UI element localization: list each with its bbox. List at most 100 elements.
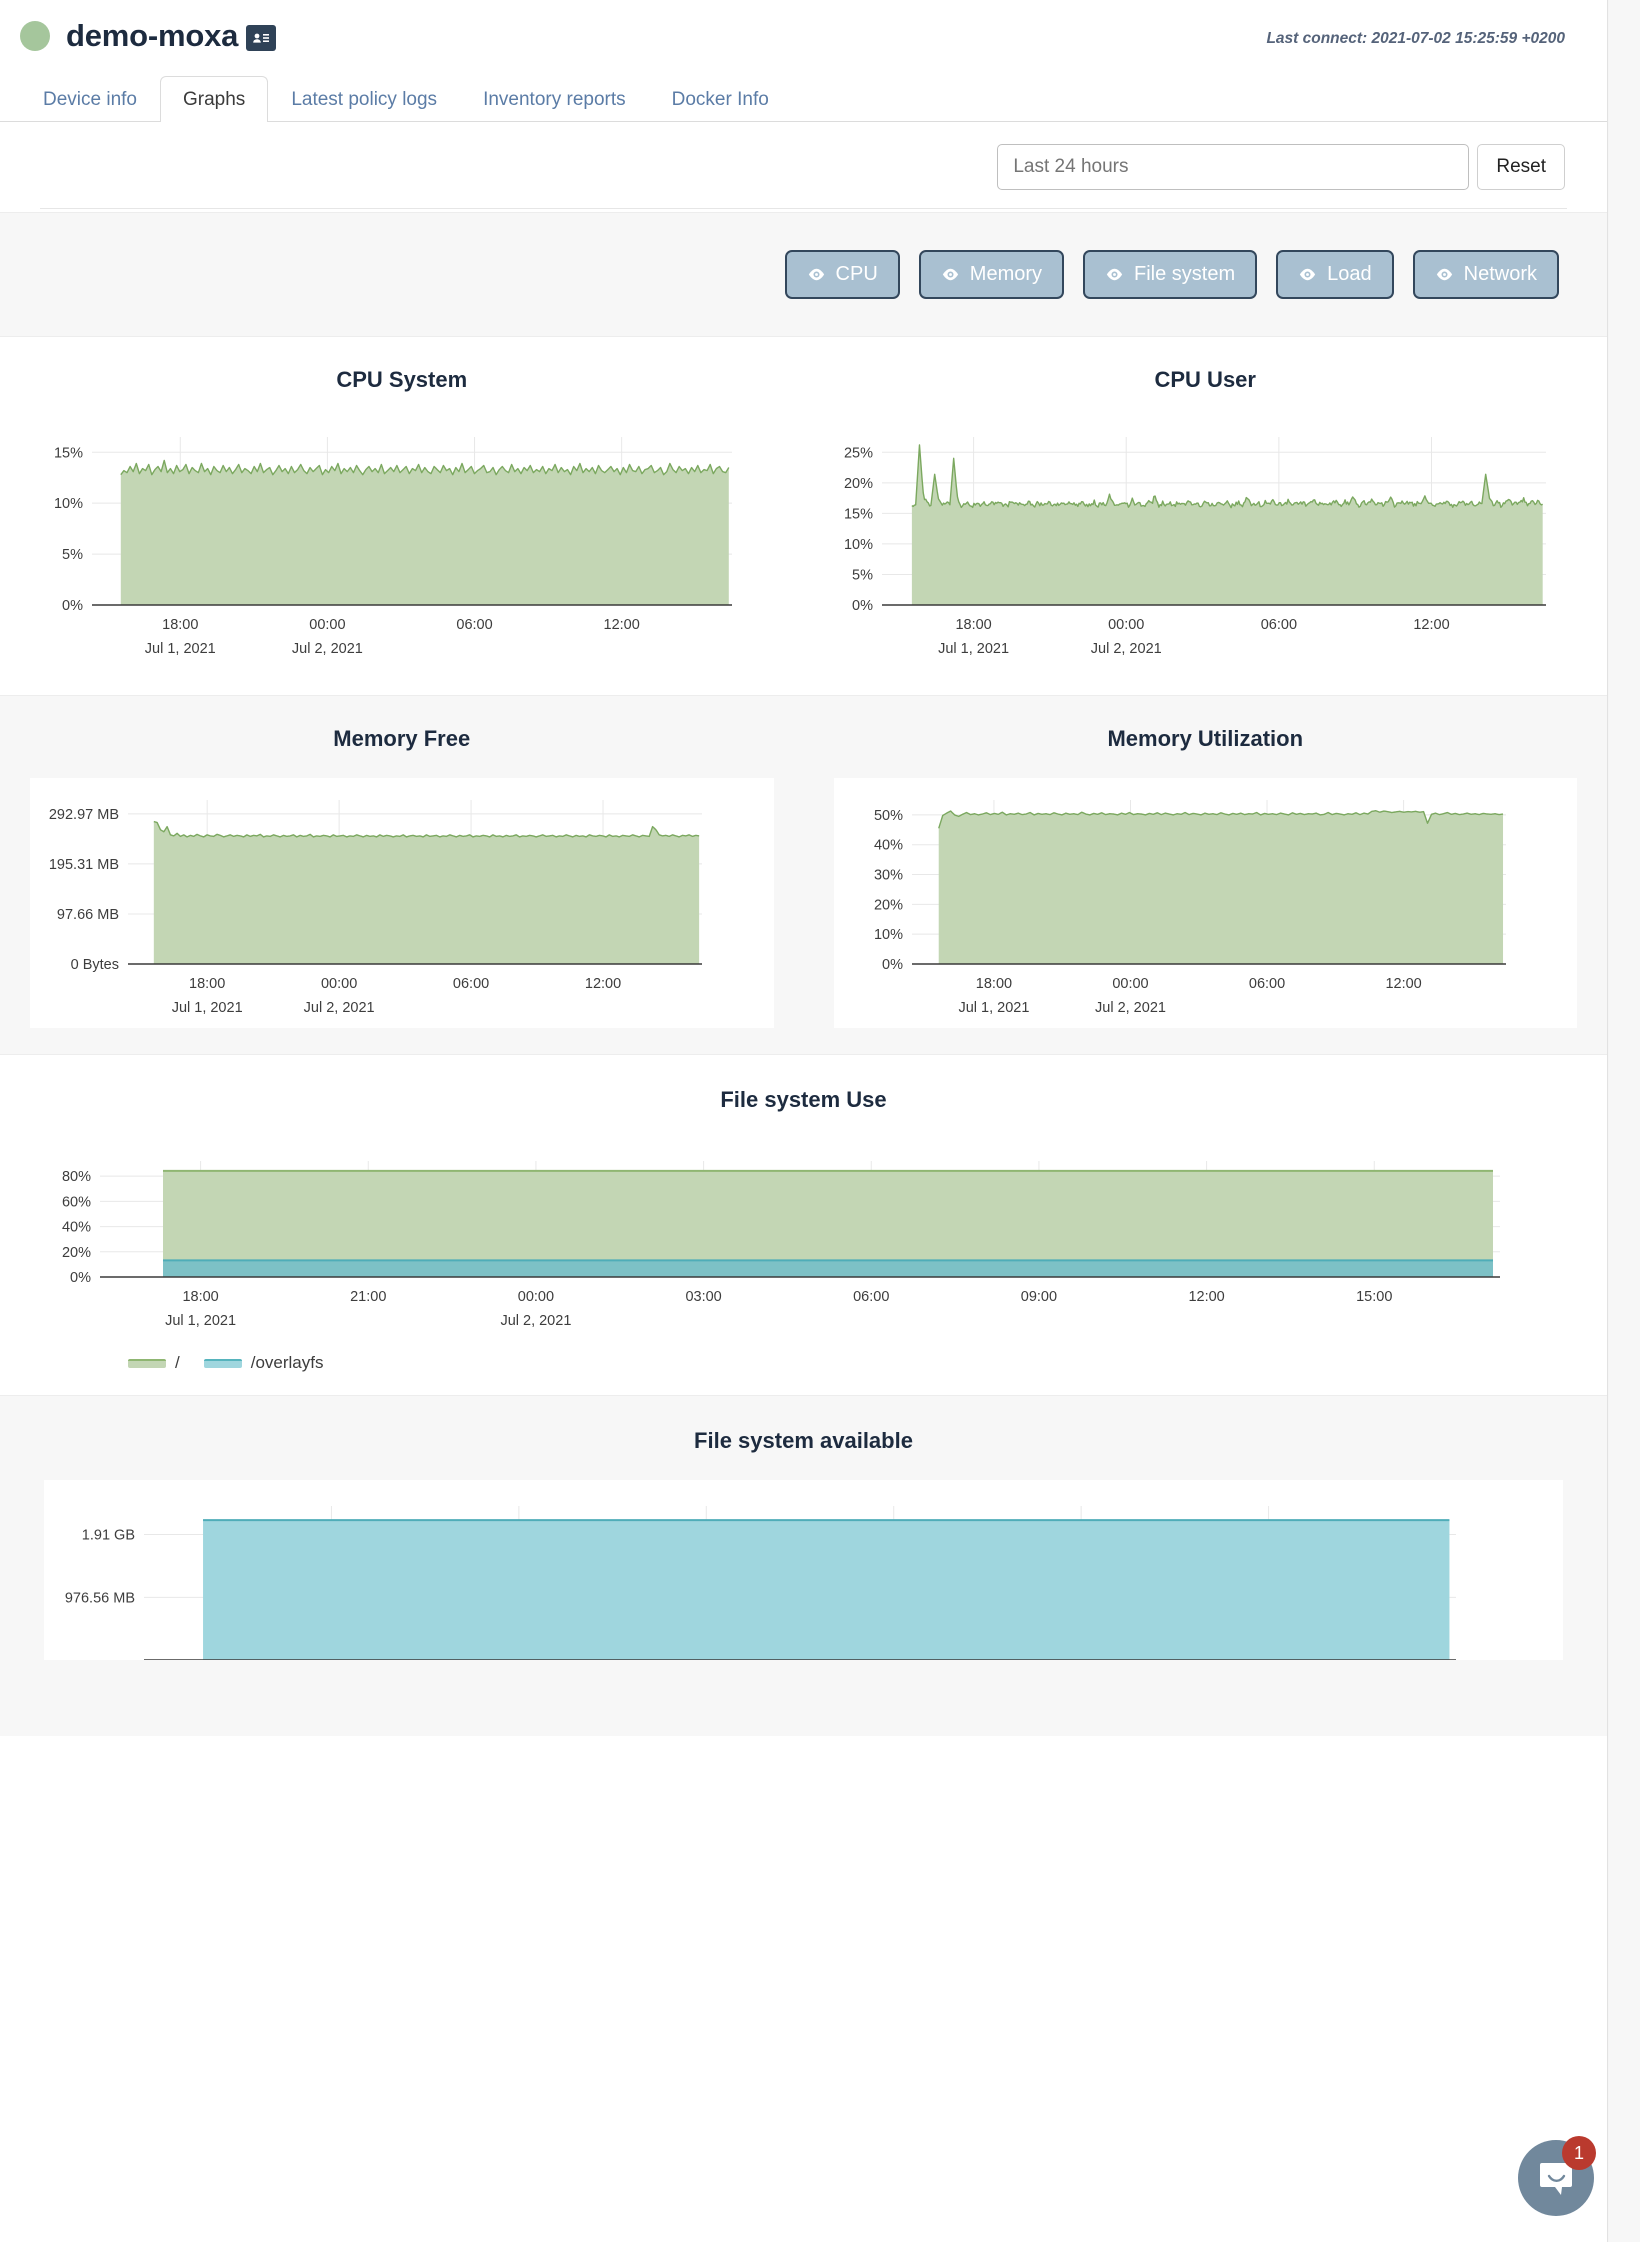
svg-text:Jul 1, 2021: Jul 1, 2021 (958, 1000, 1029, 1016)
svg-text:00:00: 00:00 (518, 1289, 554, 1305)
svg-text:976.56 MB: 976.56 MB (65, 1590, 135, 1606)
plot-memory-free[interactable]: 0 Bytes 97.66 MB 195.31 MB 292.97 MB 18:00 00… (30, 778, 774, 1028)
plot-card-file-system-available: 976.56 MB1.91 GB (44, 1480, 1563, 1660)
svg-text:25%: 25% (843, 445, 872, 461)
chart-title-cpu-system: CPU System (0, 367, 804, 393)
svg-text:18:00: 18:00 (189, 976, 225, 992)
plot-cpu-system[interactable]: 0%5%10%15%18:0000:0006:0012:00Jul 1, 202… (0, 419, 804, 669)
tab-device-info[interactable]: Device info (20, 76, 160, 121)
svg-text:5%: 5% (62, 547, 83, 563)
tab-inventory-reports[interactable]: Inventory reports (460, 76, 649, 121)
legend-item-root[interactable]: / (128, 1353, 180, 1373)
svg-text:06:00: 06:00 (853, 1289, 889, 1305)
chart-card-file-system-use: File system Use 0%20%40%60%80%18:0021:00… (0, 1055, 1607, 1395)
plot-memory-utilization[interactable]: 0%10%20%30%40%50%18:0000:0006:0012:00Jul… (834, 778, 1578, 1028)
tab-latest-policy-logs[interactable]: Latest policy logs (268, 76, 460, 121)
svg-text:18:00: 18:00 (955, 617, 991, 633)
chart-card-memory-free: Memory Free 0 Bytes97.66 MB195.31 MB292.… (0, 696, 804, 1054)
filter-label-load: Load (1327, 263, 1372, 286)
page-header: demo-moxa Last connect: 2021-07-02 15:25… (0, 0, 1607, 72)
plot-file-system-use[interactable]: 0%20%40%60%80%18:0021:0000:0003:0006:000… (0, 1139, 1607, 1339)
intercom-unread-badge: 1 (1562, 2136, 1596, 2170)
chart-title-file-system-available: File system available (0, 1428, 1607, 1454)
svg-text:Jul 1, 2021: Jul 1, 2021 (172, 1000, 243, 1016)
filter-button-memory[interactable]: Memory (919, 250, 1064, 299)
svg-text:00:00: 00:00 (321, 976, 357, 992)
filter-label-cpu: CPU (836, 263, 878, 286)
svg-text:15%: 15% (54, 445, 83, 461)
chart-card-cpu-system: CPU System 0%5%10%15%18:0000:0006:0012:0… (0, 337, 804, 695)
legend-file-system-use: / /overlayfs (0, 1353, 1607, 1373)
svg-text:12:00: 12:00 (1413, 617, 1449, 633)
svg-text:0%: 0% (882, 957, 903, 973)
eye-icon (1298, 265, 1317, 284)
svg-text:Jul 2, 2021: Jul 2, 2021 (1095, 1000, 1166, 1016)
svg-text:0 Bytes: 0 Bytes (71, 957, 119, 973)
svg-text:10%: 10% (54, 496, 83, 512)
page-scrollbar-gutter[interactable] (1609, 0, 1640, 2242)
eye-icon (1105, 265, 1124, 284)
svg-text:0%: 0% (70, 1270, 91, 1286)
svg-text:10%: 10% (873, 927, 902, 943)
svg-text:18:00: 18:00 (975, 976, 1011, 992)
eye-icon (807, 265, 826, 284)
date-range-input[interactable] (997, 144, 1469, 190)
plot-file-system-available[interactable]: 976.56 MB1.91 GB (44, 1480, 1563, 1660)
svg-text:Jul 1, 2021: Jul 1, 2021 (938, 641, 1009, 657)
section-cpu: CPU System 0%5%10%15%18:0000:0006:0012:0… (0, 337, 1607, 695)
filter-button-network[interactable]: Network (1413, 250, 1559, 299)
filter-button-load[interactable]: Load (1276, 250, 1394, 299)
header-divider (40, 208, 1567, 209)
svg-text:50%: 50% (873, 808, 902, 824)
svg-text:60%: 60% (62, 1194, 91, 1210)
svg-text:Jul 1, 2021: Jul 1, 2021 (165, 1313, 236, 1329)
svg-text:12:00: 12:00 (604, 617, 640, 633)
svg-text:0%: 0% (852, 598, 873, 614)
svg-text:97.66 MB: 97.66 MB (57, 907, 119, 923)
svg-text:12:00: 12:00 (1385, 976, 1421, 992)
intercom-launcher[interactable]: 1 (1518, 2140, 1594, 2216)
svg-text:12:00: 12:00 (585, 976, 621, 992)
svg-text:21:00: 21:00 (350, 1289, 386, 1305)
eye-icon (941, 265, 960, 284)
reset-button[interactable]: Reset (1477, 144, 1565, 190)
legend-label-root: / (175, 1353, 180, 1373)
chart-card-file-system-available: File system available 976.56 MB1.91 GB (0, 1396, 1607, 1660)
date-range-controls: Reset (997, 144, 1565, 190)
plot-card-memory-free: 0 Bytes 97.66 MB 195.31 MB 292.97 MB 18:00 00… (30, 778, 774, 1028)
chart-card-memory-utilization: Memory Utilization 0%10%20%30%40%50%18:0… (804, 696, 1608, 1054)
tab-graphs[interactable]: Graphs (160, 76, 268, 122)
metric-filter-bar: CPU Memory File system Load Network (0, 212, 1607, 337)
svg-text:18:00: 18:00 (182, 1289, 218, 1305)
legend-label-overlayfs: /overlayfs (251, 1353, 324, 1373)
plot-cpu-user[interactable]: 0%5%10%15%20%25%18:0000:0006:0012:00Jul … (804, 419, 1608, 669)
svg-text:5%: 5% (852, 567, 873, 583)
svg-text:80%: 80% (62, 1169, 91, 1185)
svg-text:06:00: 06:00 (456, 617, 492, 633)
svg-text:18:00: 18:00 (162, 617, 198, 633)
chart-title-cpu-user: CPU User (804, 367, 1608, 393)
svg-text:Jul 2, 2021: Jul 2, 2021 (292, 641, 363, 657)
chart-title-memory-utilization: Memory Utilization (804, 726, 1608, 752)
legend-swatch-root (128, 1359, 166, 1368)
filter-button-file-system[interactable]: File system (1083, 250, 1257, 299)
svg-text:03:00: 03:00 (685, 1289, 721, 1305)
page-title: demo-moxa (66, 18, 276, 54)
section-memory: Memory Free 0 Bytes97.66 MB195.31 MB292.… (0, 696, 1607, 1054)
tab-docker-info[interactable]: Docker Info (649, 76, 792, 121)
svg-text:10%: 10% (843, 537, 872, 553)
svg-text:20%: 20% (62, 1245, 91, 1261)
svg-text:292.97 MB: 292.97 MB (49, 807, 119, 823)
filter-button-cpu[interactable]: CPU (785, 250, 900, 299)
filter-label-memory: Memory (970, 263, 1042, 286)
svg-text:00:00: 00:00 (1112, 976, 1148, 992)
last-connect-text: Last connect: 2021-07-02 15:25:59 +0200 (1266, 30, 1565, 48)
svg-text:15:00: 15:00 (1356, 1289, 1392, 1305)
svg-text:06:00: 06:00 (453, 976, 489, 992)
device-name: demo-moxa (66, 18, 238, 53)
legend-item-overlayfs[interactable]: /overlayfs (204, 1353, 324, 1373)
chart-title-file-system-use: File system Use (0, 1087, 1607, 1113)
svg-text:195.31 MB: 195.31 MB (49, 857, 119, 873)
id-card-icon[interactable] (246, 25, 276, 51)
device-status-dot (20, 21, 50, 51)
